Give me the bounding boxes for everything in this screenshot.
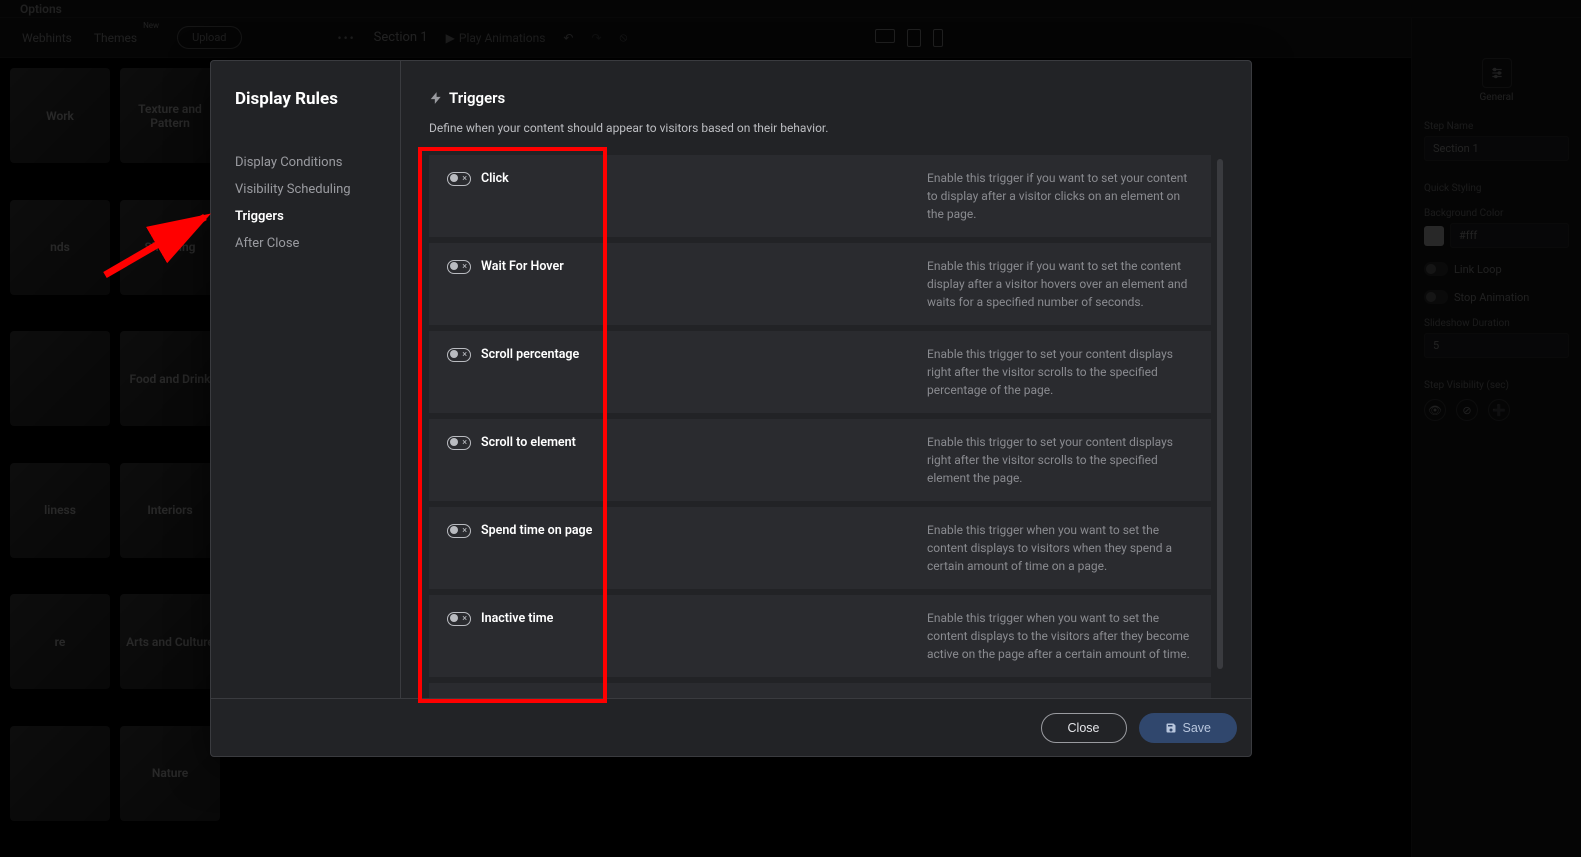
trigger-desc: Enable this trigger if you want to set y… [927,169,1193,223]
save-button[interactable]: Save [1139,713,1238,743]
save-label: Save [1183,721,1212,735]
triggers-heading-text: Triggers [449,89,505,107]
trigger-name: Wait For Hover [481,259,564,274]
nav-triggers[interactable]: Triggers [235,203,376,230]
trigger-name: Spend time on page [481,523,592,538]
toggle-inactive-time[interactable]: × [447,612,471,626]
nav-display-conditions[interactable]: Display Conditions [235,149,376,176]
trigger-desc: Enable this trigger if you want to displ… [927,697,1193,698]
trigger-row-click: × Click Enable this trigger if you want … [429,155,1211,237]
trigger-name: Scroll to element [481,435,576,450]
trigger-desc: Enable this trigger when you want to set… [927,521,1193,575]
trigger-name: Scroll percentage [481,347,579,362]
modal-content: Triggers Define when your content should… [401,61,1251,698]
display-rules-modal: Display Rules Display Conditions Visibil… [210,60,1252,757]
trigger-desc: Enable this trigger if you want to set t… [927,257,1193,311]
trigger-desc: Enable this trigger when you want to set… [927,609,1193,663]
trigger-row-wait-for-hover: × Wait For Hover Enable this trigger if … [429,243,1211,325]
toggle-scroll-to-element[interactable]: × [447,436,471,450]
toggle-wait-for-hover[interactable]: × [447,260,471,274]
trigger-row-scroll-percentage: × Scroll percentage Enable this trigger … [429,331,1211,413]
toggle-spend-time-on-page[interactable]: × [447,524,471,538]
triggers-heading: Triggers [429,89,1223,107]
toggle-click[interactable]: × [447,172,471,186]
nav-visibility-scheduling[interactable]: Visibility Scheduling [235,176,376,203]
trigger-list: × Click Enable this trigger if you want … [429,155,1223,698]
trigger-desc: Enable this trigger to set your content … [927,433,1193,487]
scrollbar[interactable] [1217,159,1223,669]
trigger-row-exit-intent: × Exit Intent Enable this trigger if you… [429,683,1211,698]
trigger-name: Inactive time [481,611,553,626]
trigger-row-inactive-time: × Inactive time Enable this trigger when… [429,595,1211,677]
modal-sidebar: Display Rules Display Conditions Visibil… [211,61,401,698]
trigger-row-scroll-to-element: × Scroll to element Enable this trigger … [429,419,1211,501]
triggers-description: Define when your content should appear t… [429,121,1223,135]
trigger-name: Click [481,171,509,186]
trigger-desc: Enable this trigger to set your content … [927,345,1193,399]
nav-after-close[interactable]: After Close [235,230,376,257]
lightning-icon [429,90,443,106]
trigger-row-spend-time-on-page: × Spend time on page Enable this trigger… [429,507,1211,589]
modal-footer: Close Save [211,698,1251,756]
toggle-scroll-percentage[interactable]: × [447,348,471,362]
modal-overlay: Display Rules Display Conditions Visibil… [0,0,1581,857]
modal-title: Display Rules [235,89,376,109]
close-button[interactable]: Close [1041,713,1127,743]
save-icon [1165,722,1177,734]
